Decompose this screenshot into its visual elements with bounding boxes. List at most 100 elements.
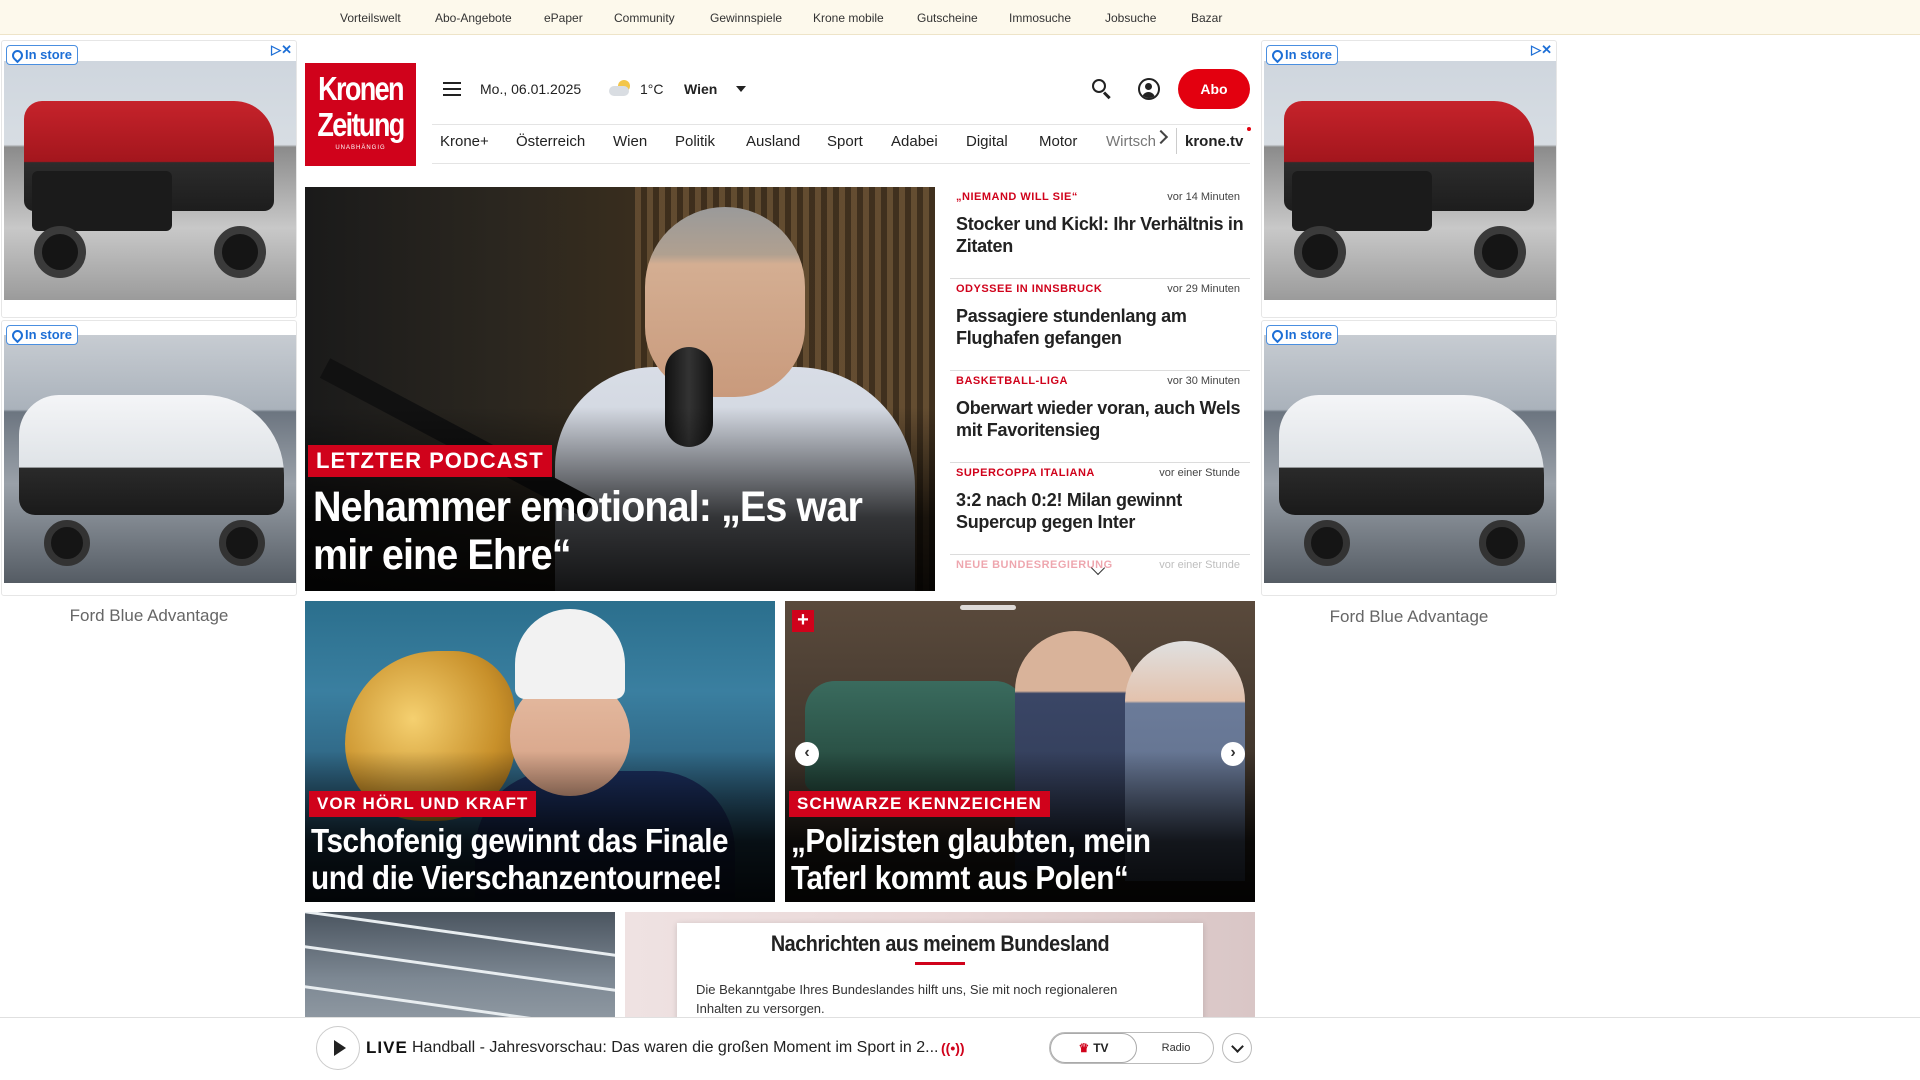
ticker-time: vor 30 Minuten <box>1167 375 1240 387</box>
live-title[interactable]: Handball - Jahresvorschau: Das waren die… <box>412 1039 938 1057</box>
main-nav: Krone+ Österreich Wien Politik Ausland S… <box>432 124 1250 164</box>
ad-tile-pickup[interactable]: In store ▷✕ <box>1 40 297 318</box>
nav-item-motor[interactable]: Motor <box>1039 133 1077 150</box>
ticker-title[interactable]: Stocker und Kickl: Ihr Verhältnis in Zit… <box>956 213 1246 257</box>
nav-item-wien[interactable]: Wien <box>613 133 647 150</box>
chevron-down-icon[interactable] <box>736 86 746 92</box>
user-account-icon[interactable] <box>1138 78 1160 100</box>
card-title[interactable]: Tschofenig gewinnt das Finale und die Vi… <box>311 822 734 896</box>
slider-indicator <box>960 605 1016 610</box>
bundesland-text: Die Bekanntgabe Ihres Bundeslandes hilft… <box>696 982 1118 1016</box>
chevron-down-icon[interactable] <box>1222 1033 1252 1063</box>
red-pickup-image <box>1264 61 1556 300</box>
service-link-gutscheine[interactable]: Gutscheine <box>917 11 978 25</box>
temperature: 1°C <box>640 81 664 97</box>
weather-cloud-sun-icon <box>609 80 631 96</box>
service-link-krone-mobile[interactable]: Krone mobile <box>813 11 884 25</box>
nav-item-sport[interactable]: Sport <box>827 133 863 150</box>
card-kicker: SCHWARZE KENNZEICHEN <box>789 791 1050 817</box>
ticker-kicker: NEUE BUNDESREGIERUNG <box>956 559 1113 571</box>
service-link-epaper[interactable]: ePaper <box>544 11 583 25</box>
service-link-jobsuche[interactable]: Jobsuche <box>1105 11 1156 25</box>
white-mustang-image <box>4 335 296 583</box>
city-selector[interactable]: Wien <box>684 81 717 97</box>
ad-tile-pickup[interactable]: In store ▷✕ <box>1261 40 1557 318</box>
ticker-kicker: ODYSSEE IN INNSBRUCK <box>956 283 1103 295</box>
ticker-kicker: „NIEMAND WILL SIE“ <box>956 191 1078 203</box>
radio-toggle-option[interactable]: Radio <box>1146 1033 1206 1063</box>
live-label: LIVE <box>366 1038 408 1057</box>
news-ticker: „NIEMAND WILL SIE“ vor 14 Minuten Stocke… <box>950 187 1250 591</box>
nav-item-ausland[interactable]: Ausland <box>746 133 800 150</box>
ad-tile-mustang[interactable]: In store <box>1 320 297 596</box>
broadcast-icon: ((•)) <box>941 1040 965 1056</box>
white-mustang-image <box>1264 335 1556 583</box>
current-date: Mo., 06.01.2025 <box>480 81 582 97</box>
card-title[interactable]: „Polizisten glaubten, mein Taferl kommt … <box>791 822 1214 896</box>
hero-title[interactable]: Nehammer emotional: „Es war mir eine Ehr… <box>313 483 865 579</box>
tv-radio-toggle[interactable]: ♛ TV Radio <box>1049 1032 1214 1064</box>
live-dot <box>1247 127 1251 131</box>
service-link-gewinnspiele[interactable]: Gewinnspiele <box>710 11 782 25</box>
play-icon[interactable] <box>316 1026 360 1070</box>
title-underline <box>915 962 965 965</box>
krone-plus-badge: + <box>792 610 814 632</box>
tv-toggle-option[interactable]: ♛ TV <box>1050 1033 1137 1063</box>
nav-item-krone-plus[interactable]: Krone+ <box>440 133 489 150</box>
ad-tile-mustang[interactable]: In store <box>1261 320 1557 596</box>
nav-item-adabei[interactable]: Adabei <box>891 133 938 150</box>
right-ad[interactable]: In store ▷✕ In store Ford Blue Advantage <box>1261 40 1557 640</box>
nav-item-digital[interactable]: Digital <box>966 133 1008 150</box>
logo-tagline: UNABHÄNGIG <box>335 145 386 151</box>
nav-divider <box>1176 128 1177 154</box>
ticker-time: vor einer Stunde <box>1159 559 1240 571</box>
ticker-item[interactable]: ODYSSEE IN INNSBRUCK vor 29 Minuten Pass… <box>950 279 1250 371</box>
ticker-kicker: BASKETBALL-LIGA <box>956 375 1068 387</box>
bundesland-title: Nachrichten aus meinem Bundesland <box>770 931 1110 956</box>
adchoices-icon[interactable]: ▷✕ <box>1531 42 1552 58</box>
story-card-tschofenig[interactable]: VOR HÖRL UND KRAFT Tschofenig gewinnt da… <box>305 601 775 902</box>
tv-label: TV <box>1093 1041 1109 1055</box>
abo-button[interactable]: Abo <box>1178 69 1250 109</box>
crown-icon: ♛ <box>1078 1041 1090 1055</box>
hero-kicker: LETZTER PODCAST <box>308 445 552 477</box>
nav-item-krone-tv[interactable]: krone.tv <box>1185 133 1243 150</box>
krone-logo[interactable]: Kronen Zeitung UNABHÄNGIG <box>305 63 416 166</box>
story-card-kennzeichen[interactable]: SCHWARZE KENNZEICHEN „Polizisten glaubte… <box>785 601 1255 902</box>
adchoices-icon[interactable]: ▷✕ <box>271 42 292 58</box>
ticker-item[interactable]: SUPERCOPPA ITALIANA vor einer Stunde 3:2… <box>950 463 1250 555</box>
ticker-time: vor einer Stunde <box>1159 467 1240 479</box>
service-link-immosuche[interactable]: Immosuche <box>1009 11 1071 25</box>
nav-item-wirtschaft[interactable]: Wirtsch <box>1106 133 1156 150</box>
nav-item-politik[interactable]: Politik <box>675 133 715 150</box>
ticker-time: vor 29 Minuten <box>1167 283 1240 295</box>
ticker-title[interactable]: Passagiere stundenlang am Flughafen gefa… <box>956 305 1246 349</box>
in-store-badge: In store <box>6 325 78 345</box>
slider-next-chevron-icon[interactable]: › <box>1221 742 1245 766</box>
ticker-title[interactable]: Oberwart wieder voran, auch Wels mit Fav… <box>956 397 1246 441</box>
in-store-badge: In store <box>1266 45 1338 65</box>
ticker-kicker: SUPERCOPPA ITALIANA <box>956 467 1095 479</box>
card-kicker: VOR HÖRL UND KRAFT <box>309 791 537 817</box>
logo-line-2: Zeitung <box>317 106 405 143</box>
search-icon[interactable] <box>1092 79 1112 100</box>
service-link-abo-angebote[interactable]: Abo-Angebote <box>435 11 512 25</box>
slider-prev-chevron-icon[interactable]: ‹ <box>795 742 819 766</box>
service-link-community[interactable]: Community <box>614 11 675 25</box>
hero-story[interactable]: LETZTER PODCAST Nehammer emotional: „Es … <box>305 187 935 591</box>
ticker-time: vor 14 Minuten <box>1167 191 1240 203</box>
ad-caption[interactable]: Ford Blue Advantage <box>1261 607 1557 627</box>
ticker-item[interactable]: „NIEMAND WILL SIE“ vor 14 Minuten Stocke… <box>950 187 1250 279</box>
service-bar: Vorteilswelt Abo-Angebote ePaper Communi… <box>0 0 1920 35</box>
ticker-title[interactable]: 3:2 nach 0:2! Milan gewinnt Supercup geg… <box>956 489 1246 533</box>
service-link-vorteilswelt[interactable]: Vorteilswelt <box>340 11 401 25</box>
service-link-bazar[interactable]: Bazar <box>1191 11 1222 25</box>
ad-caption[interactable]: Ford Blue Advantage <box>1 606 297 626</box>
left-ad[interactable]: In store ▷✕ In store Ford Blue Advantage <box>1 40 297 640</box>
in-store-badge: In store <box>6 45 78 65</box>
red-pickup-image <box>4 61 296 300</box>
ticker-item[interactable]: BASKETBALL-LIGA vor 30 Minuten Oberwart … <box>950 371 1250 463</box>
logo-line-1: Kronen <box>318 70 405 107</box>
nav-item-oesterreich[interactable]: Österreich <box>516 133 585 150</box>
menu-icon[interactable] <box>443 82 461 96</box>
